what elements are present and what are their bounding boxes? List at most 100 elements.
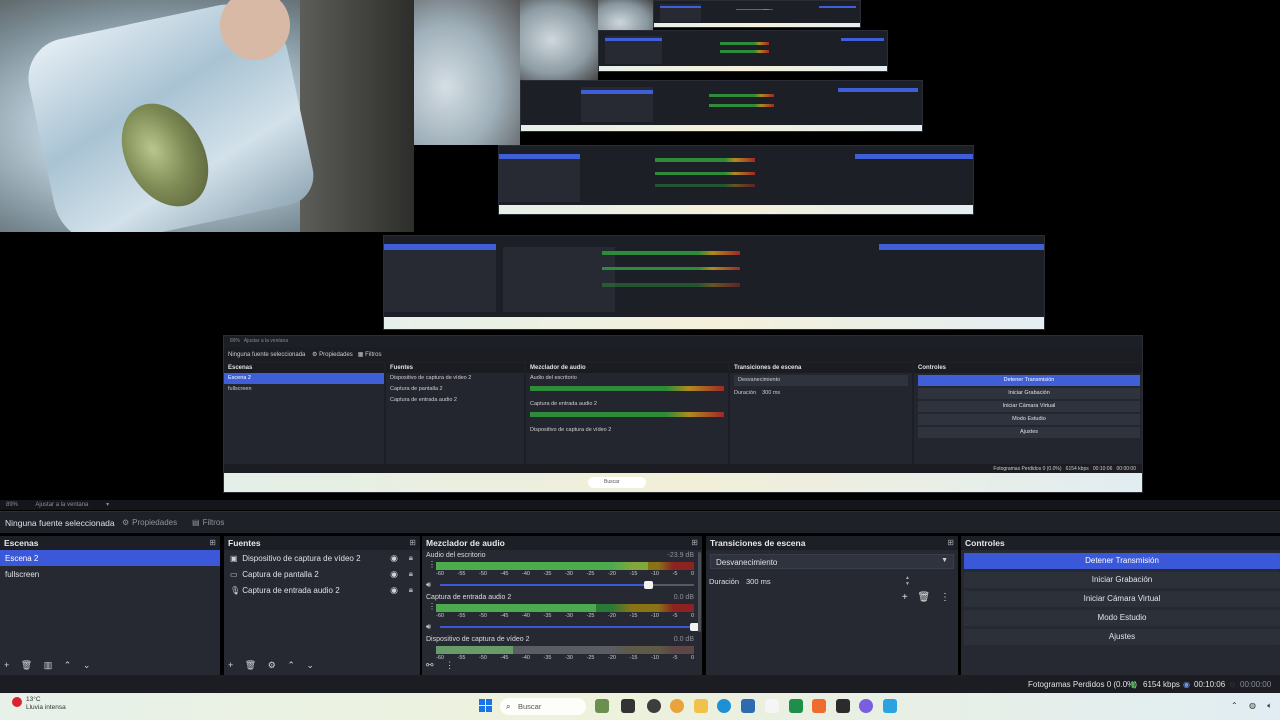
- meter-level: [436, 562, 648, 570]
- tick-label: -35: [543, 613, 552, 619]
- speaker-icon[interactable]: 🔊︎: [426, 622, 431, 632]
- scenes-header: Escenas ⊞: [0, 536, 220, 550]
- controls-dock: Controles Detener Transmisión Iniciar Gr…: [961, 536, 1280, 675]
- start-virtual-camera-button[interactable]: Iniciar Cámara Virtual: [964, 591, 1280, 607]
- more-options-icon[interactable]: ⋮: [445, 660, 454, 671]
- trash-icon[interactable]: 🗑︎: [918, 592, 931, 603]
- tick-label: -20: [608, 613, 616, 619]
- chevron-up-icon[interactable]: ⌃: [1231, 701, 1238, 710]
- windows-taskbar: 13°C Lluvia intensa ⌕ Buscar ⌃ ◍ 🔈︎: [0, 693, 1280, 720]
- app-icon[interactable]: [812, 699, 826, 713]
- channel-db: 0.0 dB: [673, 594, 694, 601]
- volume-icon[interactable]: 🔈︎: [1267, 701, 1272, 710]
- transition-select[interactable]: Desvanecimiento ▼: [710, 554, 954, 569]
- volume-meter: [436, 562, 694, 570]
- no-source-label: Ninguna fuente seleccionada: [5, 518, 115, 528]
- eye-icon[interactable]: ◉: [390, 553, 398, 564]
- network-icon[interactable]: ◍: [1249, 701, 1256, 710]
- settings-button[interactable]: Ajustes: [964, 629, 1280, 645]
- more-options-icon[interactable]: ⋮: [940, 592, 950, 603]
- scene-item[interactable]: fullscreen: [0, 566, 220, 582]
- duration-value: 300 ms: [746, 577, 771, 586]
- tick-label: -5: [672, 571, 678, 577]
- scene-item[interactable]: Escena 2: [0, 550, 220, 566]
- link-icon[interactable]: ⚯: [426, 660, 434, 671]
- dock-menu-icon[interactable]: ⊞: [947, 538, 954, 547]
- channel-db: 0.0 dB: [673, 636, 694, 643]
- trash-icon[interactable]: 🗑︎: [21, 660, 32, 671]
- volume-slider[interactable]: [440, 581, 694, 589]
- search-icon: ⌕: [506, 702, 511, 711]
- eye-icon[interactable]: ◉: [390, 585, 398, 596]
- transition-value: Desvanecimiento: [716, 558, 778, 567]
- stop-streaming-button[interactable]: Detener Transmisión: [964, 553, 1280, 569]
- volume-slider[interactable]: [440, 623, 699, 631]
- studio-mode-button[interactable]: Modo Estudio: [964, 610, 1280, 626]
- app-icon[interactable]: [883, 699, 897, 713]
- meter-scale: -60 -55 -50 -45 -40 -35 -30 -25 -20 -15 -10 -5 0: [436, 571, 694, 579]
- source-item[interactable]: 🎙︎ Captura de entrada audio 2 ◉ 🔒︎: [224, 582, 420, 598]
- properties-button[interactable]: ⚙ Propiedades: [118, 516, 181, 530]
- lock-icon[interactable]: 🔒︎: [409, 553, 413, 563]
- scene-transitions-dock: Transiciones de escena ⊞ Desvanecimiento…: [706, 536, 958, 675]
- spinner-icon[interactable]: ▲ ▼: [905, 575, 910, 587]
- add-icon[interactable]: +: [228, 660, 233, 670]
- eye-icon[interactable]: ◉: [390, 569, 398, 580]
- dock-menu-icon[interactable]: ⊞: [409, 538, 416, 547]
- webcam-capture-nested: [520, 0, 598, 80]
- lock-icon[interactable]: 🔒︎: [409, 569, 413, 579]
- source-item[interactable]: ▣ Dispositivo de captura de vídeo 2 ◉ 🔒︎: [224, 550, 420, 566]
- folder-icon[interactable]: [694, 699, 708, 713]
- trash-icon[interactable]: 🗑︎: [245, 660, 256, 671]
- weather-temp: 13°C: [26, 696, 41, 703]
- dock-menu-icon[interactable]: ⊞: [209, 538, 216, 547]
- chevron-down-icon: ▼: [941, 557, 948, 564]
- search-placeholder: Buscar: [518, 702, 542, 711]
- filters-button[interactable]: ▤ Filtros: [188, 516, 228, 530]
- chevron-up-icon[interactable]: ⌃: [287, 660, 295, 671]
- mixer-scrollbar[interactable]: [698, 552, 701, 632]
- source-toolbar: Ninguna fuente seleccionada ⚙ Propiedades…: [0, 511, 1280, 533]
- start-recording-button[interactable]: Iniciar Grabación: [964, 572, 1280, 588]
- volume-row: ⋮ 🔊︎: [426, 602, 699, 632]
- duration-input[interactable]: 300 ms ▲ ▼: [742, 574, 920, 589]
- volume-row: ⋮ 🔊︎: [426, 560, 694, 590]
- discord-icon[interactable]: [859, 699, 873, 713]
- preview-canvas[interactable]: 89% Ajustar a la ventana Ninguna fuente …: [0, 0, 1280, 500]
- volume-handle[interactable]: [644, 581, 654, 589]
- dock-menu-icon[interactable]: ⊞: [691, 538, 698, 547]
- more-options-icon[interactable]: ⋮: [428, 602, 436, 611]
- controls-header: Controles: [961, 536, 1280, 550]
- add-icon[interactable]: +: [902, 592, 908, 603]
- notepad-icon[interactable]: [765, 699, 779, 713]
- add-icon[interactable]: +: [4, 660, 9, 670]
- chevron-down-icon[interactable]: ⌄: [306, 660, 314, 671]
- record-time: 00:00:00: [1240, 680, 1272, 689]
- chevron-down-icon[interactable]: ⌄: [83, 660, 91, 671]
- edge-icon[interactable]: [717, 699, 731, 713]
- weather-widget[interactable]: 13°C Lluvia intensa: [12, 696, 66, 712]
- filter-icon[interactable]: ▥: [44, 660, 53, 671]
- zoom-value[interactable]: 89%: [6, 502, 18, 508]
- more-options-icon[interactable]: ⋮: [428, 560, 436, 569]
- fit-to-window-dropdown[interactable]: Ajustar a la ventana ▾: [35, 502, 109, 508]
- start-icon[interactable]: [479, 699, 493, 713]
- gear-icon[interactable]: ⚙: [268, 660, 276, 671]
- film-app-icon[interactable]: [621, 699, 635, 713]
- obs-icon[interactable]: [647, 699, 661, 713]
- source-item[interactable]: ▭ Captura de pantalla 2 ◉ 🔒︎: [224, 566, 420, 582]
- scenes-footer: + 🗑︎ ▥ ⌃ ⌄: [0, 657, 220, 675]
- speaker-icon[interactable]: 🔊︎: [426, 580, 431, 590]
- excel-icon[interactable]: [789, 699, 803, 713]
- store-icon[interactable]: [741, 699, 755, 713]
- chevron-up-icon[interactable]: ⌃: [64, 660, 72, 671]
- channel-db: -23.9 dB: [667, 552, 694, 559]
- terminal-icon[interactable]: [836, 699, 850, 713]
- taskbar-search[interactable]: ⌕ Buscar: [500, 698, 586, 715]
- lock-icon[interactable]: 🔒︎: [409, 585, 413, 595]
- chrome-icon[interactable]: [670, 699, 684, 713]
- town-app-icon[interactable]: [595, 699, 609, 713]
- tick-label: -25: [586, 571, 595, 577]
- tick-label: -45: [500, 571, 509, 577]
- dock-title: Escenas: [4, 538, 39, 548]
